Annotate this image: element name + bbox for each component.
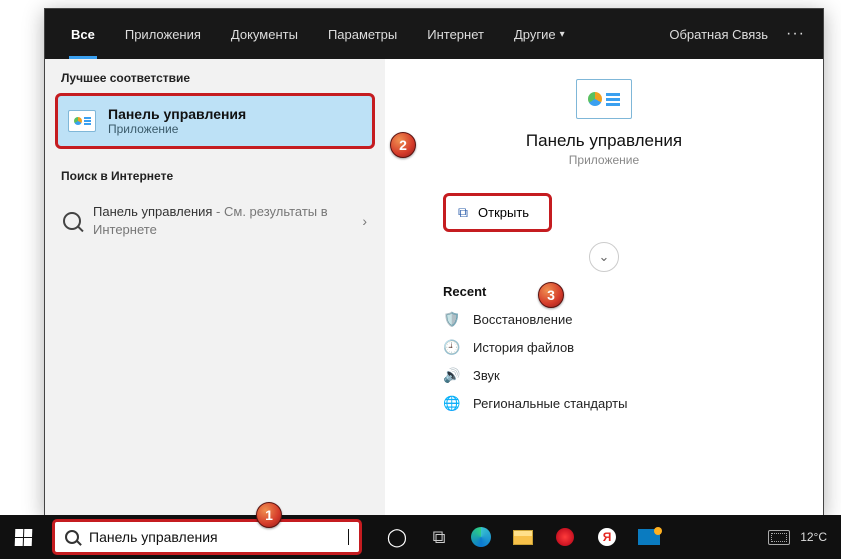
- opera-icon[interactable]: [544, 515, 586, 559]
- control-panel-icon: [68, 110, 96, 132]
- preview-subtitle: Приложение: [425, 153, 783, 167]
- annotation-badge-2: 2: [390, 132, 416, 158]
- search-icon: [65, 530, 79, 544]
- file-history-icon: 🕘: [443, 338, 461, 356]
- best-match-subtitle: Приложение: [108, 122, 246, 136]
- recent-item-regional[interactable]: 🌐 Региональные стандарты: [425, 389, 783, 417]
- web-result-main: Панель управления: [93, 204, 212, 219]
- chevron-right-icon: ›: [362, 213, 367, 229]
- recovery-icon: 🛡️: [443, 310, 461, 328]
- expand-button[interactable]: ⌄: [589, 242, 619, 272]
- globe-icon: 🌐: [443, 394, 461, 412]
- tab-all[interactable]: Все: [57, 9, 109, 59]
- file-explorer-icon[interactable]: [502, 515, 544, 559]
- open-button[interactable]: ⧉ Открыть: [443, 193, 552, 232]
- sound-icon: 🔊: [443, 366, 461, 384]
- recent-label: Recent: [443, 284, 765, 299]
- taskbar-search[interactable]: [52, 519, 362, 555]
- annotation-badge-3: 3: [538, 282, 564, 308]
- tab-internet[interactable]: Интернет: [413, 9, 498, 59]
- annotation-badge-1: 1: [256, 502, 282, 528]
- recent-item-sound[interactable]: 🔊 Звук: [425, 361, 783, 389]
- recent-item-file-history[interactable]: 🕘 История файлов: [425, 333, 783, 361]
- search-icon: [63, 212, 81, 230]
- tab-docs[interactable]: Документы: [217, 9, 312, 59]
- yandex-icon[interactable]: Я: [586, 515, 628, 559]
- start-button[interactable]: [0, 515, 46, 559]
- preview-panel: Панель управления Приложение ⧉ Открыть ⌄…: [385, 59, 823, 515]
- results-panel: Лучшее соответствие Панель управления Пр…: [45, 59, 385, 515]
- taskbar-apps: ◯ ⧉ Я: [376, 515, 670, 559]
- cortana-icon[interactable]: ◯: [376, 515, 418, 559]
- tab-apps[interactable]: Приложения: [111, 9, 215, 59]
- chevron-down-icon: ▾: [560, 29, 565, 40]
- best-match-result[interactable]: Панель управления Приложение: [55, 93, 375, 149]
- taskbar: ◯ ⧉ Я 12°C: [0, 515, 841, 559]
- open-icon: ⧉: [458, 204, 468, 221]
- control-panel-icon: [576, 79, 632, 119]
- text-caret: [348, 529, 349, 545]
- preview-title: Панель управления: [425, 131, 783, 151]
- tab-more[interactable]: Другие▾: [500, 9, 579, 59]
- recent-item-recovery[interactable]: 🛡️ Восстановление: [425, 305, 783, 333]
- edge-icon[interactable]: [460, 515, 502, 559]
- windows-logo-icon: [14, 529, 32, 546]
- more-options-button[interactable]: ···: [780, 25, 811, 43]
- mail-icon[interactable]: [628, 515, 670, 559]
- filter-tabs: Все Приложения Документы Параметры Интер…: [45, 9, 823, 59]
- best-match-title: Панель управления: [108, 106, 246, 122]
- search-window: Все Приложения Документы Параметры Интер…: [44, 8, 824, 516]
- touch-keyboard-icon[interactable]: [768, 530, 790, 545]
- tab-settings[interactable]: Параметры: [314, 9, 411, 59]
- web-search-result[interactable]: Панель управления - См. результаты в Инт…: [55, 193, 375, 249]
- web-search-label: Поиск в Интернете: [45, 157, 385, 189]
- open-label: Открыть: [478, 205, 529, 220]
- feedback-link[interactable]: Обратная Связь: [659, 27, 778, 42]
- best-match-label: Лучшее соответствие: [45, 59, 385, 91]
- task-view-icon[interactable]: ⧉: [418, 515, 460, 559]
- search-input[interactable]: [87, 528, 340, 546]
- weather-widget[interactable]: 12°C: [800, 530, 827, 544]
- taskbar-tray: 12°C: [754, 530, 841, 545]
